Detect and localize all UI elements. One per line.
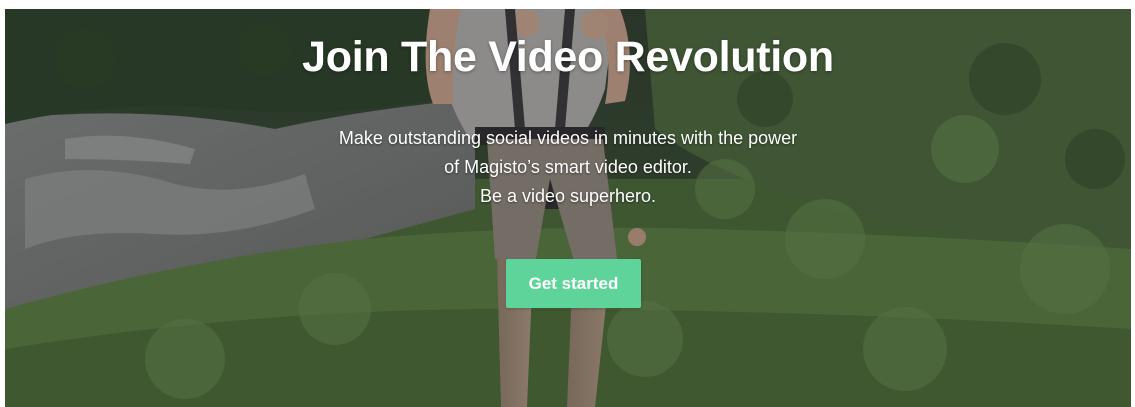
hero-subtitle-line: Be a video superhero. — [479, 186, 657, 206]
hero-title: Join The Video Revolution — [302, 33, 834, 81]
get-started-button[interactable]: Get started — [506, 259, 641, 308]
hero-subtitle: Make outstanding social videos in minute… — [5, 124, 1131, 211]
hero-subtitle-line: Make outstanding social videos in minute… — [338, 128, 798, 148]
hero-banner: Join The Video Revolution Make outstandi… — [5, 9, 1131, 407]
hero-subtitle-line: of Magisto’s smart video editor. — [444, 157, 692, 177]
